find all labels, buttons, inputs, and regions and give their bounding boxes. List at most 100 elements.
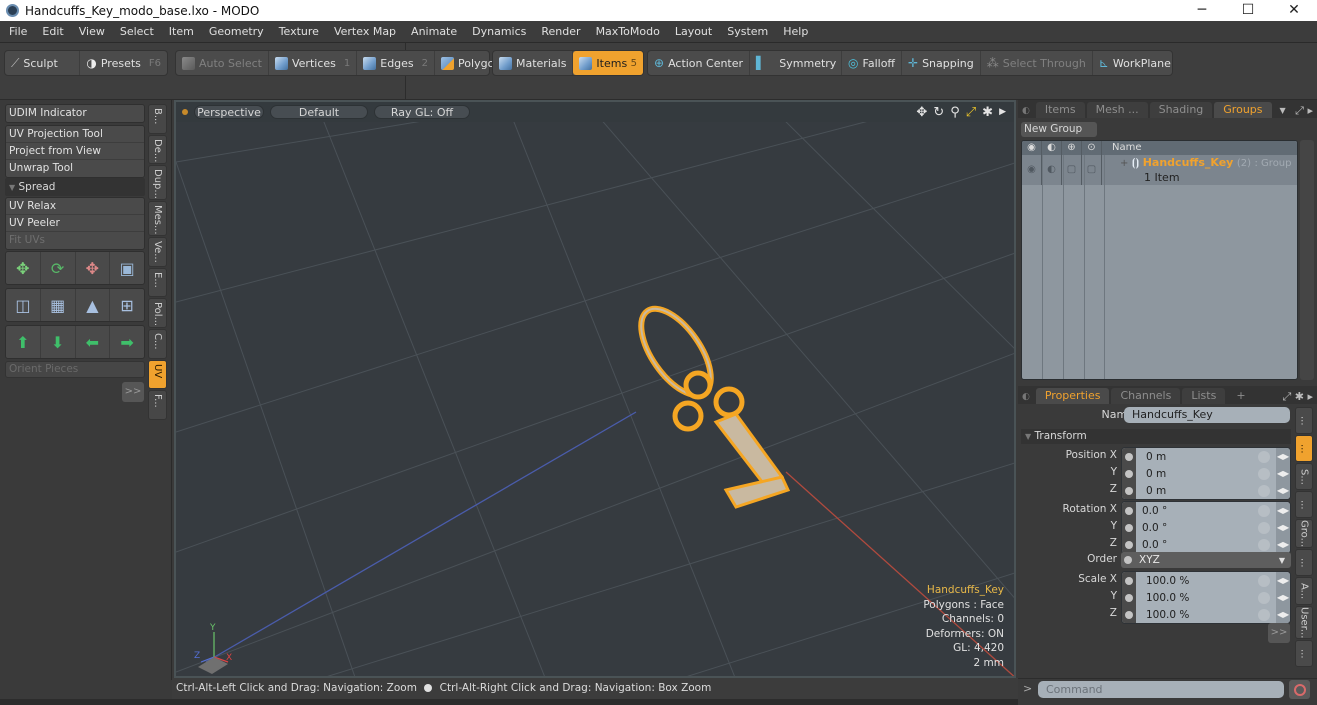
orient-pieces-button[interactable]: Orient Pieces — [5, 361, 145, 378]
menu-dynamics[interactable]: Dynamics — [463, 25, 532, 38]
vtab-uv[interactable]: UV — [148, 359, 167, 390]
group-visibility-toggle[interactable]: ◉ — [1022, 155, 1042, 185]
materials-button[interactable]: Materials — [493, 51, 574, 75]
keyframe-icon[interactable] — [1258, 574, 1270, 587]
rotation-z-radio[interactable] — [1122, 536, 1136, 553]
left-panel-more-button[interactable]: >> — [122, 382, 144, 402]
snapping-button[interactable]: ✛ Snapping — [902, 51, 981, 75]
properties-options-icon[interactable]: ◐ — [1018, 392, 1036, 404]
tabs-dropdown-icon[interactable]: ▼ — [1274, 106, 1292, 118]
menu-select[interactable]: Select — [111, 25, 160, 38]
shading-dropdown[interactable]: Default — [270, 105, 368, 119]
rotation-order-dropdown[interactable]: XYZ ▼ — [1121, 552, 1291, 568]
menu-view[interactable]: View — [70, 25, 111, 38]
position-y-radio[interactable] — [1122, 465, 1136, 482]
slider-arrows-icon[interactable]: ◀▶ — [1276, 536, 1290, 553]
tab-mesh[interactable]: Mesh ... — [1086, 102, 1148, 118]
vtab-mesh-edit[interactable]: Mes... — [148, 201, 167, 236]
pan-icon[interactable]: ✥ — [916, 105, 927, 120]
maximize-button[interactable]: ☐ — [1225, 0, 1271, 21]
tab-channels[interactable]: Channels — [1111, 388, 1181, 404]
groups-scrollbar[interactable] — [1300, 140, 1314, 380]
lock-column-icon[interactable]: ⊕ — [1062, 141, 1082, 155]
close-button[interactable]: ✕ — [1271, 0, 1317, 21]
minimize-button[interactable]: ─ — [1179, 0, 1225, 21]
menu-maxtomodo[interactable]: MaxToModo — [587, 25, 666, 38]
select-through-button[interactable]: ⁂ Select Through — [981, 51, 1093, 75]
unwrap-tool-button[interactable]: Unwrap Tool — [6, 160, 144, 177]
uv-rotate-icon[interactable]: ⟳ — [41, 252, 76, 284]
slider-arrows-icon[interactable]: ◀▶ — [1276, 519, 1290, 536]
uv-scale-icon[interactable]: ✥ — [76, 252, 111, 284]
uv-peeler-button[interactable]: UV Peeler — [6, 215, 144, 232]
scale-y-field[interactable]: 100.0 % — [1136, 592, 1258, 604]
group-lock-toggle[interactable]: ▢ — [1062, 155, 1082, 185]
keyframe-icon[interactable] — [1258, 591, 1270, 604]
uv-relax-button[interactable]: UV Relax — [6, 198, 144, 215]
keyframe-icon[interactable] — [1258, 484, 1270, 497]
viewport-menu-arrow-icon[interactable]: ▶ — [999, 105, 1006, 120]
slider-arrows-icon[interactable]: ◀▶ — [1276, 448, 1290, 465]
rvtab-s[interactable]: S... — [1295, 463, 1313, 491]
position-y-field[interactable]: 0 m — [1136, 468, 1258, 480]
properties-expand-icon[interactable]: ⤢ ✱ ▸ — [1282, 390, 1317, 404]
tab-shading[interactable]: Shading — [1149, 102, 1213, 118]
menu-layout[interactable]: Layout — [666, 25, 718, 38]
align-down-icon[interactable]: ⬇ — [41, 326, 76, 358]
rotation-x-radio[interactable] — [1122, 502, 1136, 519]
falloff-button[interactable]: ◎ Falloff — [842, 51, 903, 75]
scale-x-field[interactable]: 100.0 % — [1136, 575, 1258, 587]
rotation-y-field[interactable]: 0.0 ° — [1136, 522, 1258, 534]
panel-options-icon[interactable]: ◐ — [1018, 106, 1036, 118]
align-up-icon[interactable]: ⬆ — [6, 326, 41, 358]
align-right-icon[interactable]: ➡ — [110, 326, 144, 358]
slider-arrows-icon[interactable]: ◀▶ — [1276, 502, 1290, 519]
slider-arrows-icon[interactable]: ◀▶ — [1276, 482, 1290, 499]
menu-edit[interactable]: Edit — [33, 25, 69, 38]
spread-section-header[interactable]: ▼ Spread — [5, 178, 145, 196]
menu-geometry[interactable]: Geometry — [200, 25, 270, 38]
menu-animate[interactable]: Animate — [402, 25, 463, 38]
align-left-icon[interactable]: ⬅ — [76, 326, 111, 358]
scale-z-field[interactable]: 100.0 % — [1136, 609, 1258, 621]
rotation-z-field[interactable]: 0.0 ° — [1136, 539, 1258, 551]
rvtab-a[interactable]: A... — [1295, 577, 1313, 605]
scale-z-radio[interactable] — [1122, 606, 1136, 623]
rotation-x-field[interactable]: 0.0 ° — [1136, 505, 1258, 517]
raygl-toggle[interactable]: Ray GL: Off — [374, 105, 470, 119]
keyframe-icon[interactable] — [1258, 521, 1270, 534]
vtab-vertex[interactable]: Ve... — [148, 236, 167, 267]
menu-file[interactable]: File — [0, 25, 33, 38]
slider-arrows-icon[interactable]: ◀▶ — [1276, 465, 1290, 482]
edges-button[interactable]: Edges 2 — [357, 51, 436, 75]
position-z-radio[interactable] — [1122, 482, 1136, 499]
add-tab-button[interactable]: + — [1227, 388, 1254, 404]
viewport-settings-icon[interactable]: ✱ — [982, 105, 993, 120]
keyframe-icon[interactable] — [1258, 608, 1270, 621]
project-from-view-button[interactable]: Project from View — [6, 143, 144, 160]
rvtab-groups[interactable]: Gro... — [1295, 519, 1313, 549]
rvtab-4[interactable]: ... — [1295, 491, 1313, 519]
order-radio[interactable] — [1121, 552, 1135, 568]
item-name-input[interactable]: Handcuffs_Key — [1124, 407, 1290, 423]
workplane-button[interactable]: ⊾ WorkPlane — [1093, 51, 1177, 75]
slider-arrows-icon[interactable]: ◀▶ — [1276, 606, 1290, 623]
position-z-field[interactable]: 0 m — [1136, 485, 1258, 497]
vtab-edge[interactable]: E... — [148, 267, 167, 298]
symmetry-button[interactable]: ▌ Symmetry — [750, 51, 843, 75]
properties-more-button[interactable]: >> — [1268, 623, 1290, 643]
rvtab-1[interactable]: ... — [1295, 407, 1313, 435]
slider-arrows-icon[interactable]: ◀▶ — [1276, 589, 1290, 606]
items-button[interactable]: Items 5 — [573, 51, 643, 75]
keyframe-icon[interactable] — [1258, 467, 1270, 480]
vtab-curve[interactable]: C... — [148, 328, 167, 359]
action-center-button[interactable]: ⊕ Action Center — [648, 51, 751, 75]
zoom-icon[interactable]: ⚲ — [950, 105, 960, 120]
rotate-view-icon[interactable]: ↻ — [933, 105, 944, 120]
presets-button[interactable]: ◑ Presets F6 — [80, 51, 167, 75]
command-input[interactable]: Command — [1038, 681, 1284, 698]
uv-sphere-icon[interactable]: ⊞ — [110, 289, 144, 321]
tab-properties[interactable]: Properties — [1035, 388, 1110, 404]
group-select-toggle[interactable]: ▢ — [1082, 155, 1102, 185]
vtab-deform[interactable]: De... — [148, 134, 167, 165]
